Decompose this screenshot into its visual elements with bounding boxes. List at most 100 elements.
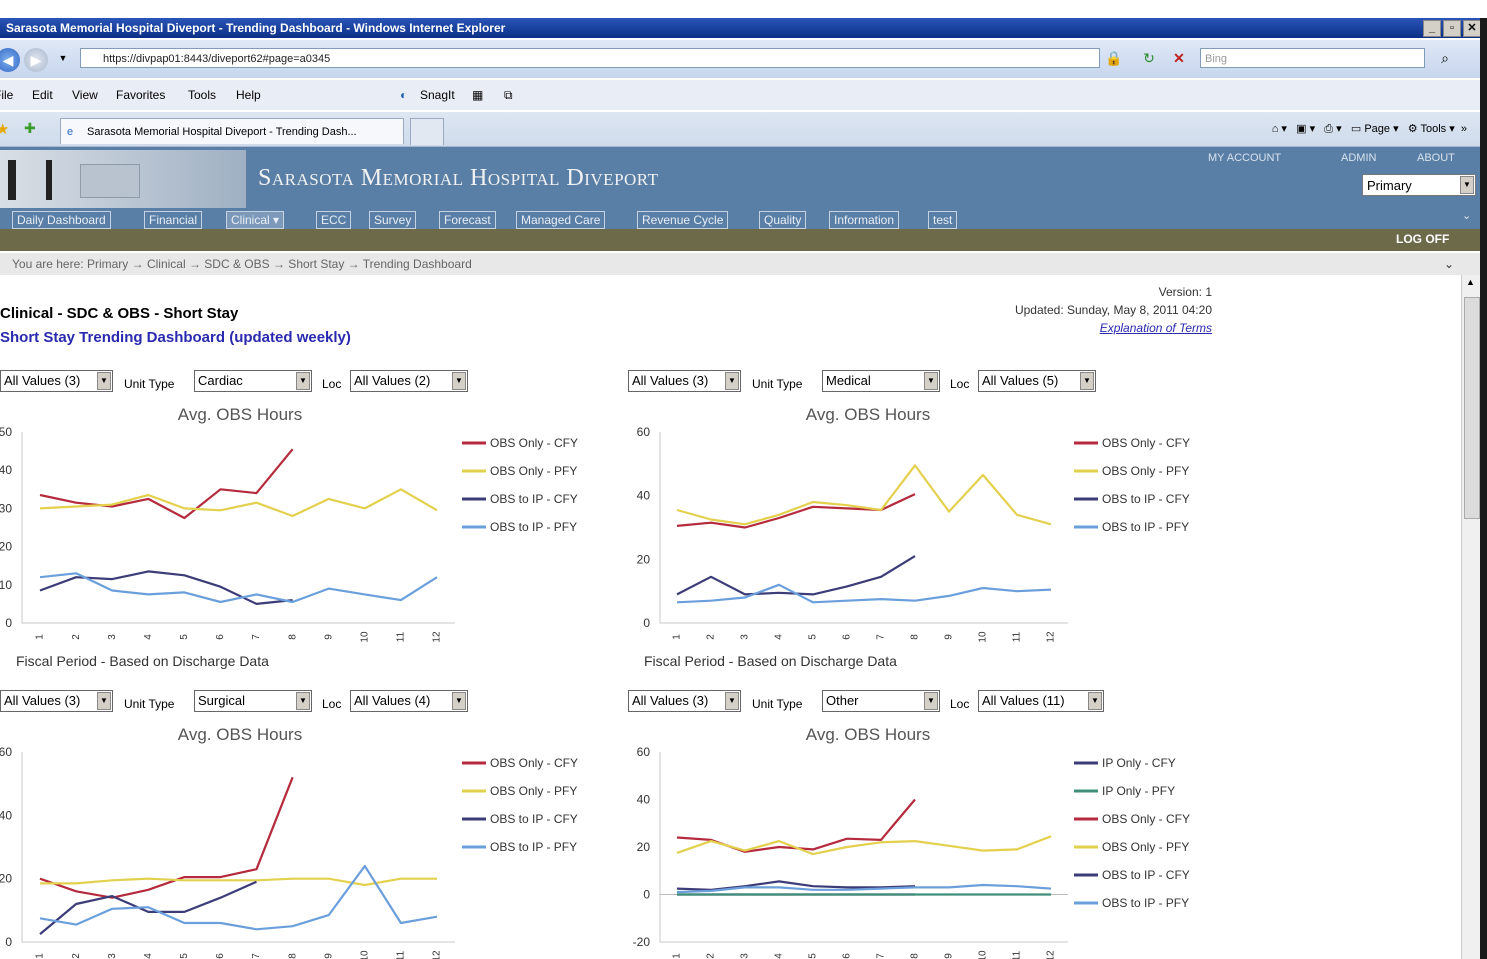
- address-bar[interactable]: https://divpap01:8443/diveport62#page=a0…: [80, 48, 1100, 68]
- y-tick-label: 40: [0, 463, 12, 477]
- refresh-icon[interactable]: ↻: [1140, 48, 1158, 68]
- x-tick-label: 5: [179, 634, 190, 640]
- loc-select[interactable]: All Values (5) ▼: [978, 370, 1096, 392]
- address-row: ◀ ▶ ▼ https://divpap01:8443/diveport62#p…: [0, 40, 1487, 78]
- tab-daily-dashboard[interactable]: Daily Dashboard: [12, 211, 111, 229]
- snagit-icon[interactable]: ◐: [400, 88, 407, 102]
- snagit-edit-icon[interactable]: ⧉: [504, 88, 513, 103]
- series-line: [676, 880, 916, 891]
- forward-icon[interactable]: ▶: [24, 48, 48, 72]
- menu-favorites[interactable]: Favorites: [116, 88, 165, 102]
- menu-file[interactable]: File: [0, 88, 13, 102]
- loc-select[interactable]: All Values (4) ▼: [350, 690, 468, 712]
- x-tick-label: 12: [1046, 950, 1057, 959]
- back-icon[interactable]: ◀: [0, 48, 20, 72]
- unit-type-select[interactable]: Surgical ▼: [194, 690, 312, 712]
- chevron-down-icon: ▼: [97, 692, 111, 710]
- series-line: [39, 448, 294, 520]
- perspective-select[interactable]: Primary ▼: [1362, 174, 1476, 196]
- close-window-button[interactable]: ✕: [1463, 20, 1481, 37]
- favorites-star-icon[interactable]: ★: [0, 120, 9, 138]
- snagit-window-icon[interactable]: ▦: [472, 88, 483, 102]
- page-menu[interactable]: Page: [1364, 123, 1390, 135]
- lock-icon[interactable]: 🔒: [1105, 48, 1123, 68]
- app-header: Sarasota Memorial Hospital Diveport MY A…: [0, 147, 1480, 212]
- x-tick-label: 7: [876, 953, 887, 959]
- loc-label: Loc: [322, 377, 342, 391]
- y-tick-label: 0: [643, 616, 650, 630]
- legend-label: IP Only - CFY: [1102, 756, 1176, 770]
- home-icon[interactable]: ⌂ ▾: [1272, 123, 1287, 135]
- series-line: [39, 864, 438, 931]
- version-label: Version:: [1158, 285, 1202, 299]
- loc-label: Loc: [950, 697, 970, 711]
- menu-view[interactable]: View: [72, 88, 98, 102]
- stop-icon[interactable]: ✕: [1170, 48, 1188, 68]
- admin-link[interactable]: ADMIN: [1341, 152, 1376, 164]
- x-tick-label: 5: [808, 953, 819, 959]
- print-icon[interactable]: ⎙ ▾: [1324, 123, 1341, 135]
- y-tick-label: 0: [5, 616, 12, 630]
- chevron-down-icon: ▼: [97, 372, 111, 390]
- about-link[interactable]: ABOUT: [1417, 152, 1455, 164]
- loc-select[interactable]: All Values (11) ▼: [978, 690, 1104, 712]
- unit-type-select[interactable]: Other ▼: [822, 690, 940, 712]
- tab-information[interactable]: Information: [829, 211, 900, 229]
- tab-title: Sarasota Memorial Hospital Diveport - Tr…: [87, 126, 357, 138]
- collapse-icon[interactable]: ⌄: [1462, 209, 1471, 222]
- legend-label: OBS to IP - CFY: [1102, 868, 1190, 882]
- tab-clinical[interactable]: Clinical ▾: [226, 211, 285, 229]
- filter-select[interactable]: All Values (3) ▼: [628, 370, 741, 392]
- tab-forecast[interactable]: Forecast: [439, 211, 496, 229]
- x-tick-label: 7: [251, 634, 262, 640]
- scroll-up-icon[interactable]: ▲: [1466, 277, 1475, 287]
- tools-menu[interactable]: Tools: [1421, 123, 1447, 135]
- y-tick-label: 30: [0, 501, 12, 515]
- history-dropdown-icon[interactable]: ▼: [54, 48, 72, 68]
- series-line: [39, 488, 438, 518]
- search-input[interactable]: Bing: [1200, 48, 1425, 68]
- x-tick-label: 6: [842, 634, 853, 640]
- menu-edit[interactable]: Edit: [32, 88, 53, 102]
- tab-ecc[interactable]: ECC: [316, 211, 352, 229]
- filter-select[interactable]: All Values (3) ▼: [0, 370, 113, 392]
- logoff-link[interactable]: LOG OFF: [1396, 232, 1449, 246]
- x-tick-label: 9: [944, 953, 955, 959]
- tab-managed-care[interactable]: Managed Care: [516, 211, 606, 229]
- search-icon[interactable]: ⌕: [1436, 48, 1454, 68]
- feeds-icon[interactable]: ▣ ▾: [1296, 123, 1315, 135]
- y-tick-label: 0: [643, 888, 650, 902]
- browser-tab-active[interactable]: e Sarasota Memorial Hospital Diveport - …: [60, 118, 404, 144]
- x-tick-label: 3: [740, 634, 751, 640]
- unit-type-select[interactable]: Cardiac ▼: [194, 370, 312, 392]
- tab-financial[interactable]: Financial: [144, 211, 203, 229]
- filter-select[interactable]: All Values (3) ▼: [628, 690, 741, 712]
- unit-type-select[interactable]: Medical ▼: [822, 370, 940, 392]
- add-favorites-icon[interactable]: ✚: [24, 120, 36, 137]
- menu-tools[interactable]: Tools: [188, 88, 216, 102]
- chevron-down-icon: ▼: [1460, 176, 1474, 194]
- loc-select[interactable]: All Values (2) ▼: [350, 370, 468, 392]
- y-tick-label: 40: [637, 793, 651, 807]
- x-tick-label: 9: [323, 634, 334, 640]
- tab-revenue-cycle[interactable]: Revenue Cycle: [637, 211, 729, 229]
- chevron-down-icon: ▼: [725, 692, 739, 710]
- my-account-link[interactable]: MY ACCOUNT: [1208, 152, 1281, 164]
- tab-quality[interactable]: Quality: [759, 211, 807, 229]
- y-tick-label: 10: [0, 578, 12, 592]
- breadcrumb-chevron-icon[interactable]: ⌄: [1444, 253, 1454, 275]
- page-scrollbar[interactable]: ▲: [1461, 275, 1481, 959]
- explanation-of-terms-link[interactable]: Explanation of Terms: [1100, 321, 1212, 335]
- x-tick-label: 8: [287, 634, 298, 640]
- y-tick-label: 20: [637, 552, 651, 566]
- legend-label: OBS Only - PFY: [490, 464, 577, 478]
- scroll-thumb[interactable]: [1464, 297, 1480, 519]
- snagit-button[interactable]: SnagIt: [420, 88, 455, 102]
- tab-test[interactable]: test: [928, 211, 958, 229]
- new-tab-button[interactable]: [410, 118, 444, 145]
- minimize-button[interactable]: _: [1423, 20, 1441, 37]
- tab-survey[interactable]: Survey: [369, 211, 417, 229]
- restore-button[interactable]: ▫: [1443, 20, 1461, 37]
- menu-help[interactable]: Help: [236, 88, 261, 102]
- filter-select[interactable]: All Values (3) ▼: [0, 690, 113, 712]
